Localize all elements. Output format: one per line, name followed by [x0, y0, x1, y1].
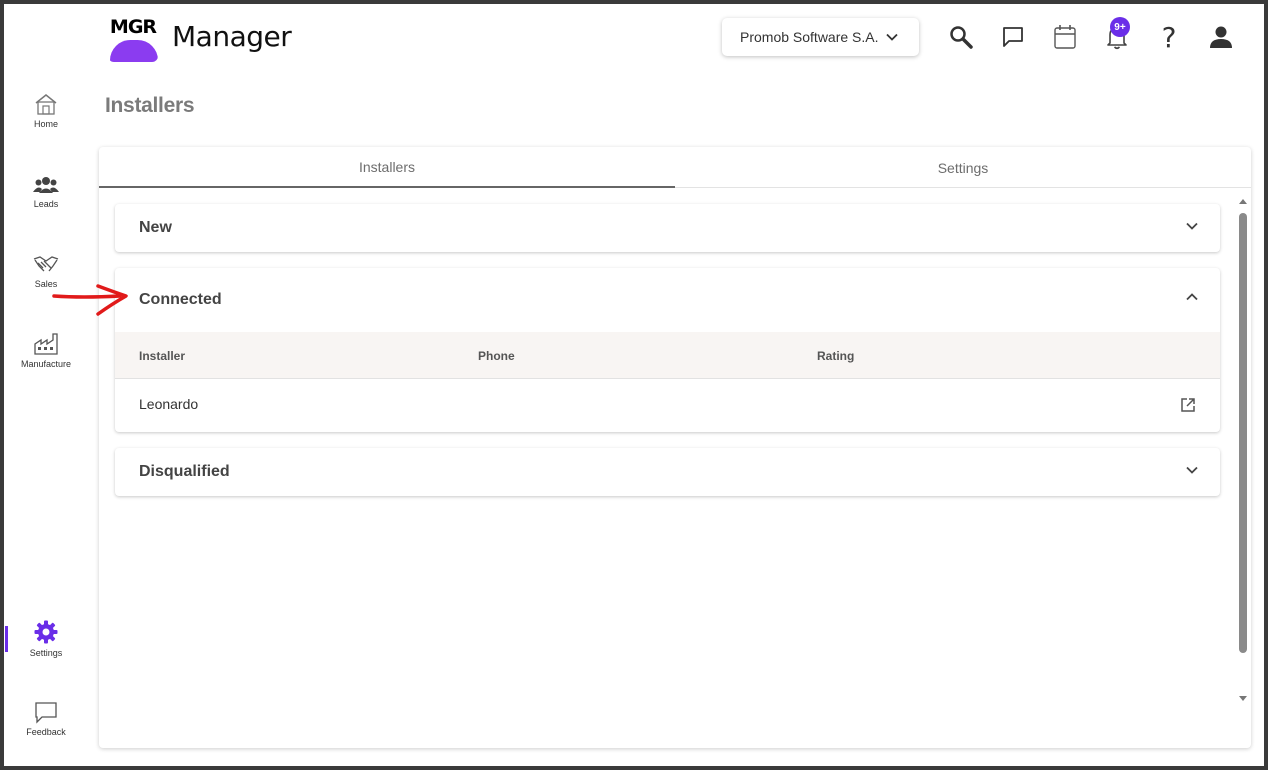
- app-logo[interactable]: MGR: [108, 12, 158, 62]
- help-icon: ?: [1161, 20, 1177, 54]
- house-icon: [35, 94, 57, 115]
- section-title: New: [139, 219, 172, 236]
- people-icon: [33, 177, 59, 193]
- search-button[interactable]: [946, 22, 976, 52]
- company-name: Promob Software S.A.: [740, 29, 879, 45]
- column-header-phone[interactable]: Phone: [478, 349, 515, 363]
- scrollbar-thumb[interactable]: [1239, 213, 1247, 653]
- sidebar-item-label: Leads: [33, 199, 59, 209]
- tab-bar: Installers Settings: [99, 147, 1251, 188]
- app-title: Manager: [172, 20, 292, 53]
- scroll-up-arrow[interactable]: [1237, 197, 1249, 205]
- chat-icon: [1003, 27, 1023, 47]
- column-header-installer[interactable]: Installer: [139, 349, 185, 363]
- sidebar-item-label: Settings: [29, 648, 63, 658]
- installers-card: Installers Settings New Connected Instal…: [99, 147, 1251, 748]
- logo-text: MGR: [109, 16, 157, 38]
- sidebar-item-leads[interactable]: Leads: [10, 174, 82, 209]
- gear-icon: [34, 620, 58, 644]
- user-menu-button[interactable]: [1206, 22, 1236, 52]
- table-header: Installer Phone Rating: [115, 332, 1220, 379]
- calendar-icon: [1054, 25, 1076, 49]
- active-indicator: [5, 626, 8, 652]
- sidebar: Home Leads Sales Manufacture Settings Fe…: [4, 4, 98, 766]
- scroll-down-arrow[interactable]: [1237, 695, 1249, 703]
- tab-settings[interactable]: Settings: [675, 147, 1251, 188]
- open-external-icon[interactable]: [1180, 397, 1196, 413]
- section-disqualified: Disqualified: [115, 448, 1220, 496]
- handshake-icon: [33, 256, 59, 272]
- feedback-icon: [35, 702, 57, 724]
- section-new-header[interactable]: New: [115, 204, 1220, 252]
- chevron-down-icon: [1186, 222, 1198, 230]
- notification-badge: 9+: [1110, 17, 1130, 37]
- section-new: New: [115, 204, 1220, 252]
- sidebar-item-home[interactable]: Home: [10, 92, 82, 129]
- company-selector[interactable]: Promob Software S.A.: [722, 18, 919, 56]
- factory-icon: [34, 333, 58, 355]
- column-header-rating[interactable]: Rating: [817, 349, 854, 363]
- tab-label: Settings: [937, 159, 989, 176]
- app-window: Home Leads Sales Manufacture Settings Fe…: [4, 4, 1264, 766]
- sidebar-item-label: Feedback: [26, 727, 66, 737]
- chevron-down-icon: [885, 33, 898, 41]
- section-title: Disqualified: [139, 463, 230, 480]
- tab-installers[interactable]: Installers: [99, 147, 675, 188]
- user-icon: [1210, 26, 1232, 48]
- sidebar-item-feedback[interactable]: Feedback: [10, 700, 82, 737]
- calendar-button[interactable]: [1050, 22, 1080, 52]
- section-title: Connected: [139, 291, 222, 308]
- chevron-up-icon: [1186, 293, 1198, 301]
- section-connected: Connected Installer Phone Rating Leonard…: [115, 268, 1220, 432]
- sidebar-item-label: Home: [33, 119, 58, 129]
- annotation-arrow: [52, 284, 128, 316]
- section-connected-header[interactable]: Connected: [115, 268, 1220, 332]
- help-button[interactable]: ?: [1154, 20, 1184, 54]
- table-row[interactable]: Leonardo: [115, 380, 1220, 432]
- section-disqualified-header[interactable]: Disqualified: [115, 448, 1220, 496]
- logo-shape: [110, 40, 158, 62]
- installer-name: Leonardo: [139, 396, 199, 412]
- search-icon: [950, 26, 973, 49]
- sidebar-item-settings[interactable]: Settings: [10, 619, 82, 658]
- sidebar-item-manufacture[interactable]: Manufacture: [10, 332, 82, 369]
- messages-button[interactable]: [998, 22, 1028, 52]
- chevron-down-icon: [1186, 466, 1198, 474]
- tab-label: Installers: [358, 158, 416, 175]
- page-title: Installers: [105, 94, 195, 117]
- sidebar-item-label: Manufacture: [20, 359, 72, 369]
